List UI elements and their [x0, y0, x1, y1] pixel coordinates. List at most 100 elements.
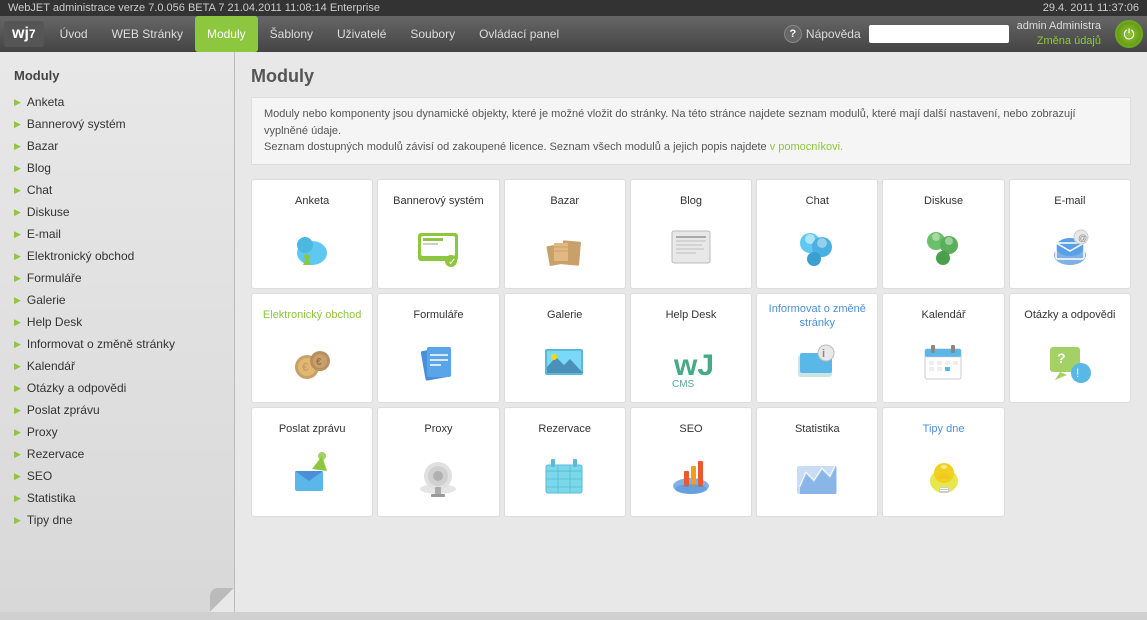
nav-help: ? Nápověda [776, 25, 869, 43]
module-label-eshop: Elektronický obchod [263, 302, 361, 330]
sidebar-item-rezervace[interactable]: Rezervace [0, 443, 234, 465]
sidebar-item-blog[interactable]: Blog [0, 157, 234, 179]
sidebar-item-proxy[interactable]: Proxy [0, 421, 234, 443]
module-label-diskuse: Diskuse [924, 188, 963, 216]
module-icon-blog [665, 222, 717, 274]
sidebar-item-diskuse[interactable]: Diskuse [0, 201, 234, 223]
module-label-chat: Chat [806, 188, 829, 216]
module-tipy[interactable]: Tipy dne [882, 407, 1004, 517]
user-name: admin Administra [1017, 19, 1101, 34]
user-action[interactable]: Změna údajů [1017, 34, 1101, 49]
navbar: wj7 Úvod WEB Stránky Moduly Šablony Uživ… [0, 16, 1147, 52]
svg-text:✓: ✓ [448, 257, 456, 268]
module-rezervace[interactable]: Rezervace [504, 407, 626, 517]
module-label-helpdesk: Help Desk [666, 302, 717, 330]
module-bazar[interactable]: Bazar [504, 179, 626, 289]
module-blog[interactable]: Blog [630, 179, 752, 289]
module-icon-proxy [412, 450, 464, 502]
module-label-kalendar: Kalendář [922, 302, 966, 330]
sidebar-item-chat[interactable]: Chat [0, 179, 234, 201]
module-icon-poslat [286, 450, 338, 502]
module-banner[interactable]: Bannerový systém ✓ [377, 179, 499, 289]
module-icon-statistika [791, 450, 843, 502]
svg-text:€: € [302, 360, 309, 374]
svg-text:CMS: CMS [672, 379, 695, 387]
sidebar-item-statistika[interactable]: Statistika [0, 487, 234, 509]
module-label-bazar: Bazar [550, 188, 579, 216]
intro-box: Moduly nebo komponenty jsou dynamické ob… [251, 97, 1131, 165]
sidebar-item-galerie[interactable]: Galerie [0, 289, 234, 311]
nav-webstranky[interactable]: WEB Stránky [100, 16, 195, 52]
module-informovat[interactable]: Informovat o změně stránky i [756, 293, 878, 403]
nav-user: admin Administra Změna údajů [1009, 19, 1109, 50]
sidebar-item-banner[interactable]: Bannerový systém [0, 113, 234, 135]
power-button[interactable]: ⏻ [1115, 20, 1143, 48]
svg-text:wJ: wJ [673, 349, 714, 382]
help-label[interactable]: Nápověda [806, 27, 861, 41]
topbar-left: WebJET administrace verze 7.0.056 BETA 7… [8, 2, 380, 14]
module-icon-galerie [539, 336, 591, 388]
module-otazky[interactable]: Otázky a odpovědi ? ! [1009, 293, 1131, 403]
nav-soubory[interactable]: Soubory [398, 16, 467, 52]
module-galerie[interactable]: Galerie [504, 293, 626, 403]
sidebar-curl [210, 588, 234, 612]
module-label-proxy: Proxy [424, 416, 452, 444]
nav-uzivatele[interactable]: Uživatelé [325, 16, 398, 52]
module-label-formulare: Formuláře [413, 302, 463, 330]
module-icon-informovat: i [791, 336, 843, 388]
module-poslat[interactable]: Poslat zprávu [251, 407, 373, 517]
module-eshop[interactable]: Elektronický obchod € € [251, 293, 373, 403]
module-chat[interactable]: Chat [756, 179, 878, 289]
module-label-statistika: Statistika [795, 416, 840, 444]
main-layout: Moduly Anketa Bannerový systém Bazar Blo… [0, 52, 1147, 612]
module-proxy[interactable]: Proxy [377, 407, 499, 517]
intro-text2: Seznam dostupných modulů závisí od zakou… [264, 141, 767, 153]
module-label-email: E-mail [1054, 188, 1085, 216]
module-email[interactable]: E-mail @ [1009, 179, 1131, 289]
svg-text:!: ! [1076, 366, 1079, 380]
module-grid: Anketa Bannerový systém [251, 179, 1131, 517]
search-input[interactable] [869, 25, 1009, 43]
module-label-tipy: Tipy dne [923, 416, 965, 444]
module-formulare[interactable]: Formuláře [377, 293, 499, 403]
module-seo[interactable]: SEO [630, 407, 752, 517]
module-label-blog: Blog [680, 188, 702, 216]
intro-link[interactable]: v pomocníkovi. [770, 141, 843, 153]
module-icon-rezervace [539, 450, 591, 502]
module-kalendar[interactable]: Kalendář [882, 293, 1004, 403]
sidebar-item-eshop[interactable]: Elektronický obchod [0, 245, 234, 267]
module-icon-anketa [286, 222, 338, 274]
module-anketa[interactable]: Anketa [251, 179, 373, 289]
module-label-seo: SEO [679, 416, 702, 444]
module-diskuse[interactable]: Diskuse [882, 179, 1004, 289]
intro-text1: Moduly nebo komponenty jsou dynamické ob… [264, 108, 1076, 137]
sidebar-item-kalendar[interactable]: Kalendář [0, 355, 234, 377]
sidebar-item-email[interactable]: E-mail [0, 223, 234, 245]
svg-text:i: i [822, 348, 825, 360]
nav-moduly[interactable]: Moduly [195, 16, 258, 52]
svg-text:?: ? [1057, 350, 1066, 366]
content-area: Moduly Moduly nebo komponenty jsou dynam… [235, 52, 1147, 612]
sidebar-item-informovat[interactable]: Informovat o změně stránky [0, 333, 234, 355]
sidebar-item-bazar[interactable]: Bazar [0, 135, 234, 157]
sidebar-item-otazky[interactable]: Otázky a odpovědi [0, 377, 234, 399]
sidebar-item-anketa[interactable]: Anketa [0, 91, 234, 113]
module-icon-bazar [539, 222, 591, 274]
nav-sablony[interactable]: Šablony [258, 16, 325, 52]
help-icon[interactable]: ? [784, 25, 802, 43]
module-icon-email: @ [1044, 222, 1096, 274]
module-helpdesk[interactable]: Help Desk wJ CMS [630, 293, 752, 403]
module-label-otazky: Otázky a odpovědi [1024, 302, 1115, 330]
sidebar-item-formulare[interactable]: Formuláře [0, 267, 234, 289]
sidebar-item-seo[interactable]: SEO [0, 465, 234, 487]
sidebar-item-poslat[interactable]: Poslat zprávu [0, 399, 234, 421]
module-icon-seo [665, 450, 717, 502]
logo[interactable]: wj7 [4, 21, 44, 47]
nav-ovladaci[interactable]: Ovládací panel [467, 16, 571, 52]
module-statistika[interactable]: Statistika [756, 407, 878, 517]
module-label-anketa: Anketa [295, 188, 329, 216]
sidebar-item-helpdesk[interactable]: Help Desk [0, 311, 234, 333]
sidebar-item-tipy[interactable]: Tipy dne [0, 509, 234, 531]
nav-uvod[interactable]: Úvod [48, 16, 100, 52]
svg-text:€: € [316, 357, 322, 368]
